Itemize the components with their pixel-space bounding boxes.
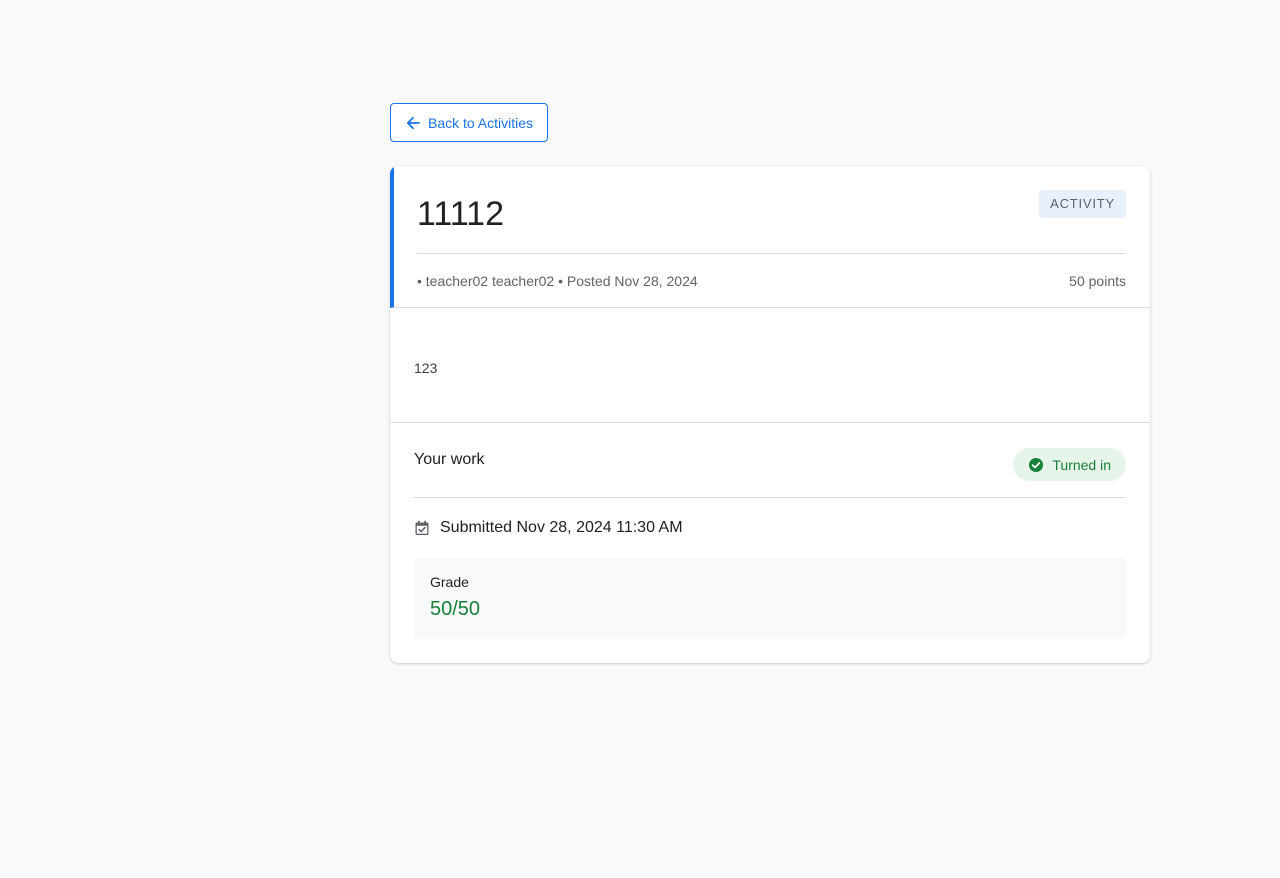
activity-meta: • teacher02 teacher02 • Posted Nov 28, 2… [417,272,698,289]
your-work-section: Your work Turned in Submitted Nov 28, 20… [390,423,1150,663]
activity-header: 11112 ACTIVITY • teacher02 teacher02 • P… [390,166,1150,308]
turned-in-status-badge: Turned in [1013,448,1126,481]
submitted-timestamp: Submitted Nov 28, 2024 11:30 AM [440,519,683,536]
check-circle-icon [1028,457,1044,473]
your-work-title: Your work [414,451,485,468]
back-button-label: Back to Activities [428,114,534,131]
arrow-left-icon [406,116,420,130]
grade-label: Grade [430,574,469,590]
activity-type-badge: ACTIVITY [1039,190,1126,218]
activity-points: 50 points [1069,272,1126,289]
activity-card: 11112 ACTIVITY • teacher02 teacher02 • P… [390,166,1150,663]
your-work-header: Your work Turned in [414,447,1126,498]
activity-detail-page: Back to Activities 11112 ACTIVITY • teac… [390,103,1150,663]
submission-info: Submitted Nov 28, 2024 11:30 AM [414,498,1126,558]
grade-value: 50/50 [430,598,481,620]
back-to-activities-button[interactable]: Back to Activities [390,103,549,142]
calendar-check-icon [414,520,430,536]
activity-description: 123 [390,308,1150,423]
status-label: Turned in [1052,456,1111,473]
activity-title: 11112 [417,195,504,233]
grade-box: Grade 50/50 [414,558,1126,639]
activity-meta-row: • teacher02 teacher02 • Posted Nov 28, 2… [417,254,1126,307]
activity-title-row: 11112 ACTIVITY [417,166,1126,254]
